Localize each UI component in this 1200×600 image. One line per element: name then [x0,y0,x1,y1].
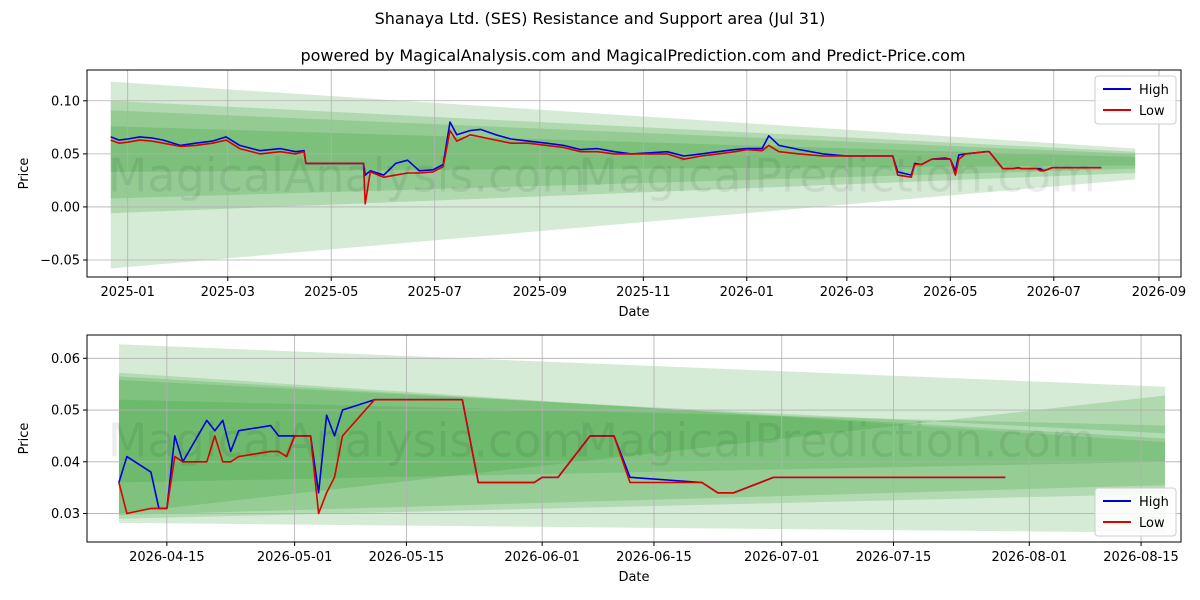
y-tick-label: 0.10 [51,94,80,109]
y-axis-label: Price [17,158,32,190]
chart-figure: powered by MagicalAnalysis.com and Magic… [17,46,1186,585]
x-axis-label: Date [618,305,649,320]
legend: High Low [1094,487,1177,537]
watermark-text: MagicalAnalysis.com [108,414,587,468]
x-tick-label: 2026-05 [923,285,977,300]
x-tick-label: 2026-05-01 [257,550,333,565]
legend: High Low [1094,75,1177,125]
top-chart-panel: MagicalAnalysis.comMagicalPrediction.com… [17,69,1186,320]
watermark-text: MagicalPrediction.com [578,414,1096,468]
x-tick-label: 2025-11 [616,285,670,300]
legend-label-high: High [1139,495,1169,510]
y-axis-label: Price [17,423,32,455]
x-tick-label: 2026-06-01 [504,550,580,565]
y-tick-label: 0.04 [51,455,80,470]
watermark-text: MagicalPrediction.com [578,149,1096,203]
legend-label-high: High [1139,83,1169,98]
x-tick-label: 2026-01 [720,285,774,300]
x-tick-label: 2025-07 [408,285,462,300]
y-tick-label: −0.05 [40,254,80,269]
x-tick-label: 2026-04-15 [129,550,205,565]
x-tick-label: 2026-07-15 [856,550,932,565]
x-tick-label: 2026-05-15 [369,550,445,565]
x-tick-label: 2026-08-01 [991,550,1067,565]
x-axis-label: Date [618,570,649,585]
legend-label-low: Low [1139,516,1165,531]
x-tick-label: 2026-03 [820,285,874,300]
x-tick-label: 2026-07 [1027,285,1081,300]
x-tick-label: 2025-03 [201,285,255,300]
chart-subtitle: powered by MagicalAnalysis.com and Magic… [300,46,965,65]
x-tick-label: 2026-08-15 [1103,550,1179,565]
bottom-chart-panel: MagicalAnalysis.comMagicalPrediction.com… [17,334,1182,585]
y-tick-label: 0.06 [51,352,80,367]
x-tick-label: 2025-01 [101,285,155,300]
legend-label-low: Low [1139,104,1165,119]
y-tick-label: 0.05 [51,404,80,419]
x-tick-label: 2025-05 [304,285,358,300]
watermark-text: MagicalAnalysis.com [108,149,587,203]
x-tick-label: 2026-06-15 [616,550,692,565]
x-tick-label: 2026-09 [1132,285,1186,300]
x-tick-label: 2025-09 [513,285,567,300]
y-tick-label: 0.00 [51,200,80,215]
y-tick-label: 0.05 [51,147,80,162]
x-tick-label: 2026-07-01 [744,550,820,565]
y-tick-label: 0.03 [51,507,80,522]
